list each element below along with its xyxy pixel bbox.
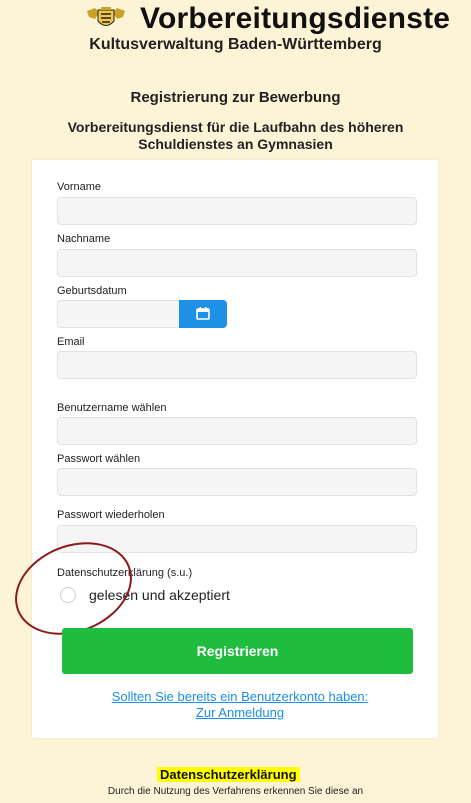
brand-title: Vorbereitungsdienste xyxy=(140,2,451,35)
first-name-input[interactable] xyxy=(57,197,417,225)
coat-of-arms-icon xyxy=(85,7,127,31)
email-label: Email xyxy=(57,336,85,348)
email-input[interactable] xyxy=(57,351,417,379)
first-name-label: Vorname xyxy=(57,181,102,193)
birthdate-input[interactable] xyxy=(57,300,179,328)
privacy-text: Durch die Nutzung des Verfahrens erkenne… xyxy=(107,786,364,797)
login-link-line2[interactable]: Zur Anmeldung xyxy=(70,705,410,721)
login-link-line1[interactable]: Sollten Sie bereits ein Benutzerkonto ha… xyxy=(70,689,410,705)
last-name-label: Nachname xyxy=(57,233,111,245)
brand-subtitle: Kultusverwaltung Baden-Württemberg xyxy=(89,36,382,53)
page-subtitle: Vorbereitungsdienst für die Laufbahn des… xyxy=(67,119,404,152)
page-title: Registrierung zur Bewerbung xyxy=(130,89,341,106)
username-input[interactable] xyxy=(57,417,417,445)
register-button[interactable]: Registrieren xyxy=(62,628,413,674)
page-header: Vorbereitungsdienste Kultusverwaltung Ba… xyxy=(0,0,471,60)
birthdate-label: Geburtsdatum xyxy=(57,285,127,297)
password-repeat-label: Passwort wiederholen xyxy=(57,509,165,521)
password-input[interactable] xyxy=(57,468,417,496)
login-link[interactable]: Sollten Sie bereits ein Benutzerkonto ha… xyxy=(70,689,410,721)
last-name-input[interactable] xyxy=(57,249,417,277)
password-label: Passwort wählen xyxy=(57,453,141,465)
calendar-button[interactable] xyxy=(179,300,227,328)
username-label: Benutzername wählen xyxy=(57,402,167,414)
calendar-icon xyxy=(196,307,210,320)
privacy-heading: Datenschutzerklärung xyxy=(157,767,300,782)
